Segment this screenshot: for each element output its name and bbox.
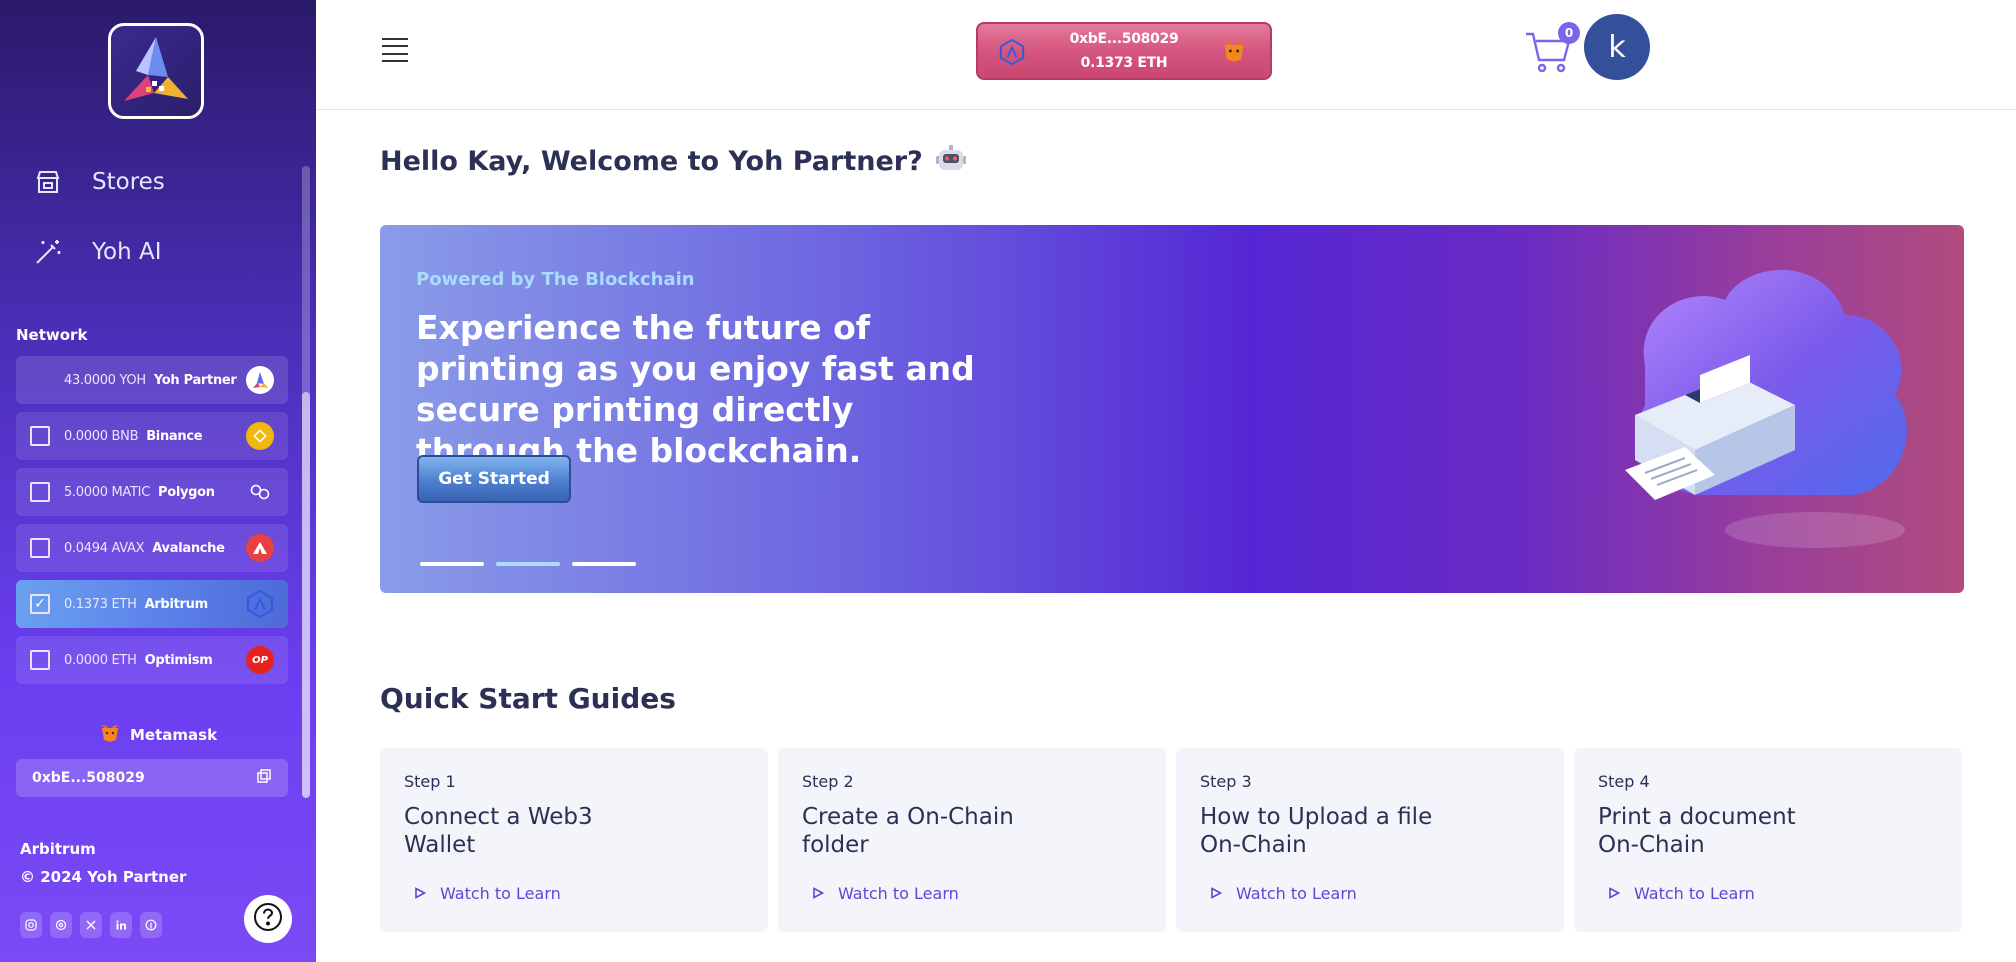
- network-amount: 0.0000 BNB: [64, 428, 139, 444]
- guide-title: How to Upload a file On-Chain: [1200, 804, 1433, 858]
- play-icon: [1210, 884, 1223, 903]
- pinterest-icon[interactable]: [140, 912, 162, 938]
- footer-copyright: © 2024 Yoh Partner: [20, 868, 187, 886]
- sidebar: Stores Yoh AI Network 43.0000 YOH Yoh Par…: [0, 0, 316, 962]
- network-row-avalanche[interactable]: 0.0494 AVAX Avalanche: [16, 524, 288, 572]
- linkedin-icon[interactable]: [110, 912, 132, 938]
- network-row-optimism[interactable]: 0.0000 ETH Optimism OP: [16, 636, 288, 684]
- play-icon: [1608, 884, 1621, 903]
- guide-card-step-1[interactable]: Step 1 Connect a Web3 Wallet Watch to Le…: [380, 748, 768, 932]
- guide-step: Step 4: [1598, 772, 1650, 791]
- help-button[interactable]: [244, 895, 292, 943]
- carousel-dot[interactable]: [420, 562, 484, 566]
- robot-emoji-icon: [935, 142, 967, 181]
- menu-icon[interactable]: [382, 38, 408, 62]
- hero-subtitle: Powered by The Blockchain: [416, 269, 695, 290]
- watch-to-learn-link[interactable]: Watch to Learn: [1608, 884, 1755, 903]
- carousel-dot-active[interactable]: [496, 562, 560, 566]
- magic-wand-icon: [32, 236, 64, 268]
- metamask-icon: [100, 724, 120, 746]
- nav-stores-label: Stores: [92, 169, 165, 195]
- nav-yoh-ai[interactable]: Yoh AI: [32, 236, 161, 268]
- threads-icon[interactable]: [50, 912, 72, 938]
- top-bar: 0xbE...508029 0.1373 ETH: [316, 0, 2016, 110]
- app-logo[interactable]: [108, 23, 204, 119]
- watch-to-learn-label: Watch to Learn: [838, 884, 959, 903]
- network-checkbox[interactable]: [30, 426, 50, 446]
- network-name: Yoh Partner: [153, 372, 237, 388]
- guide-step: Step 1: [404, 772, 456, 791]
- network-name: Polygon: [157, 484, 215, 500]
- welcome-text: Hello Kay, Welcome to Yoh Partner?: [380, 146, 923, 177]
- network-name: Binance: [146, 428, 203, 444]
- watch-to-learn-link[interactable]: Watch to Learn: [1210, 884, 1357, 903]
- quick-start-heading: Quick Start Guides: [380, 682, 676, 715]
- logo-icon: [124, 37, 188, 101]
- optimism-icon: OP: [246, 646, 274, 674]
- play-icon: [414, 884, 427, 903]
- network-checkbox-checked[interactable]: ✓: [30, 594, 50, 614]
- wallet-balance-pill[interactable]: 0xbE...508029 0.1373 ETH: [976, 22, 1272, 80]
- sidebar-scrollbar-thumb[interactable]: [302, 392, 310, 798]
- network-name: Optimism: [144, 652, 213, 668]
- wallet-provider-name: Metamask: [130, 726, 218, 744]
- x-icon[interactable]: [80, 912, 102, 938]
- instagram-icon[interactable]: [20, 912, 42, 938]
- network-row-yoh-partner[interactable]: 43.0000 YOH Yoh Partner: [16, 356, 288, 404]
- guide-card-step-2[interactable]: Step 2 Create a On-Chain folder Watch to…: [778, 748, 1166, 932]
- user-avatar[interactable]: k: [1584, 14, 1650, 80]
- metamask-icon: [1222, 40, 1246, 67]
- guide-title: Print a document On-Chain: [1598, 804, 1796, 858]
- question-icon: [252, 901, 284, 937]
- wallet-address: 0xbE...508029: [32, 770, 145, 786]
- polygon-icon: [246, 478, 274, 506]
- network-amount: 0.0000 ETH: [64, 652, 137, 668]
- welcome-heading: Hello Kay, Welcome to Yoh Partner?: [380, 142, 967, 181]
- network-row-arbitrum[interactable]: ✓ 0.1373 ETH Arbitrum: [16, 580, 288, 628]
- carousel-indicators: [420, 562, 636, 566]
- footer-chain: Arbitrum: [20, 840, 96, 858]
- wallet-provider: Metamask: [100, 724, 217, 746]
- watch-to-learn-label: Watch to Learn: [1236, 884, 1357, 903]
- guide-card-step-4[interactable]: Step 4 Print a document On-Chain Watch t…: [1574, 748, 1962, 932]
- watch-to-learn-label: Watch to Learn: [1634, 884, 1755, 903]
- network-amount: 5.0000 MATIC: [64, 484, 150, 500]
- network-checkbox[interactable]: [30, 650, 50, 670]
- network-row-binance[interactable]: 0.0000 BNB Binance: [16, 412, 288, 460]
- carousel-dot[interactable]: [572, 562, 636, 566]
- wallet-address-row: 0xbE...508029: [16, 759, 288, 797]
- hero-title: Experience the future of printing as you…: [416, 308, 975, 470]
- avalanche-icon: [246, 534, 274, 562]
- network-name: Avalanche: [152, 540, 225, 556]
- cart-count-badge: 0: [1558, 22, 1580, 44]
- get-started-button[interactable]: Get Started: [417, 455, 571, 503]
- hero-banner: Powered by The Blockchain Experience the…: [380, 225, 1964, 593]
- network-checkbox[interactable]: [30, 482, 50, 502]
- network-amount: 43.0000 YOH: [64, 372, 146, 388]
- network-checkbox[interactable]: [30, 538, 50, 558]
- cloud-printer-illustration: [1625, 269, 1907, 548]
- copy-icon[interactable]: [256, 768, 272, 788]
- nav-stores[interactable]: Stores: [32, 166, 165, 198]
- guide-title: Connect a Web3 Wallet: [404, 804, 593, 858]
- store-icon: [32, 166, 64, 198]
- network-row-polygon[interactable]: 5.0000 MATIC Polygon: [16, 468, 288, 516]
- network-amount: 0.1373 ETH: [64, 596, 137, 612]
- watch-to-learn-link[interactable]: Watch to Learn: [414, 884, 561, 903]
- guide-card-step-3[interactable]: Step 3 How to Upload a file On-Chain Wat…: [1176, 748, 1564, 932]
- watch-to-learn-link[interactable]: Watch to Learn: [812, 884, 959, 903]
- guide-step: Step 2: [802, 772, 854, 791]
- binance-icon: [246, 422, 274, 450]
- social-links: [20, 912, 162, 938]
- watch-to-learn-label: Watch to Learn: [440, 884, 561, 903]
- network-name: Arbitrum: [144, 596, 209, 612]
- arbitrum-icon: [246, 589, 274, 619]
- network-heading: Network: [16, 326, 88, 344]
- guide-step: Step 3: [1200, 772, 1252, 791]
- network-amount: 0.0494 AVAX: [64, 540, 145, 556]
- yoh-partner-icon: [246, 366, 274, 394]
- play-icon: [812, 884, 825, 903]
- guide-title: Create a On-Chain folder: [802, 804, 1014, 858]
- nav-yoh-ai-label: Yoh AI: [92, 239, 162, 265]
